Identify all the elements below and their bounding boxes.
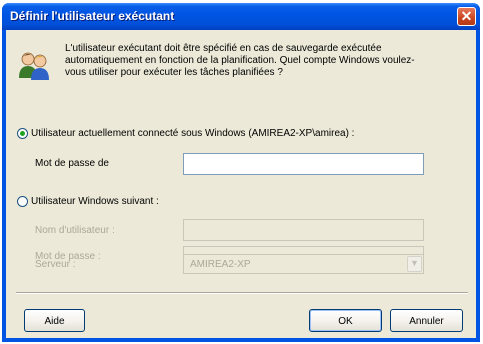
password-input[interactable] (183, 153, 424, 175)
dialog-body: L'utilisateur exécutant doit être spécif… (6, 30, 476, 338)
help-button[interactable]: Aide (24, 309, 85, 332)
server-label: Serveur : (35, 259, 76, 270)
dialog-title: Définir l'utilisateur exécutant (10, 9, 175, 23)
chevron-down-icon: ▼ (410, 258, 419, 268)
separator (16, 292, 468, 294)
radio-button-checked[interactable] (17, 128, 28, 139)
username-input[interactable] (183, 219, 424, 241)
radio-other-user-label: Utilisateur Windows suivant : (31, 196, 159, 207)
radio-button-unchecked[interactable] (17, 196, 28, 207)
close-button[interactable]: ✕ (457, 7, 476, 26)
ok-button[interactable]: OK (309, 309, 382, 332)
radio-current-user-label: Utilisateur actuellement connecté sous W… (31, 128, 355, 139)
username-label: Nom d'utilisateur : (35, 225, 115, 236)
users-icon (19, 52, 49, 80)
password-label: Mot de passe de (35, 158, 109, 169)
cancel-button[interactable]: Annuler (390, 309, 463, 332)
radio-current-user[interactable]: Utilisateur actuellement connecté sous W… (17, 128, 354, 139)
server-select[interactable]: AMIREA2-XP ▼ (183, 254, 424, 274)
intro-text: L'utilisateur exécutant doit être spécif… (65, 43, 415, 78)
server-value: AMIREA2-XP (190, 259, 251, 270)
radio-other-user[interactable]: Utilisateur Windows suivant : (17, 196, 159, 207)
dialog-window: Définir l'utilisateur exécutant ✕ L'util… (2, 3, 480, 342)
close-icon: ✕ (460, 8, 473, 24)
title-bar: Définir l'utilisateur exécutant ✕ (2, 3, 480, 30)
dropdown-button[interactable]: ▼ (407, 256, 422, 272)
